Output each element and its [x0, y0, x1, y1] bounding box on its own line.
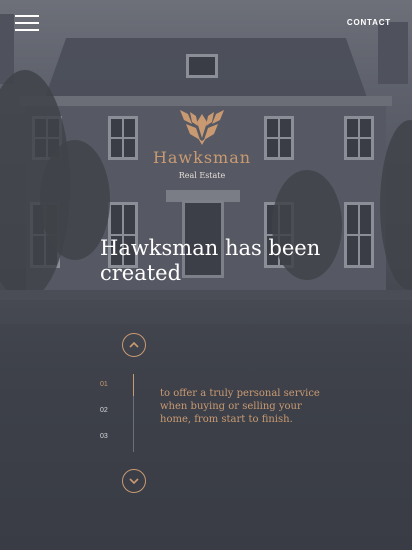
window [108, 116, 138, 160]
dormer-window [186, 54, 218, 78]
progress-indicator [133, 374, 134, 396]
slider-prev-button[interactable] [122, 333, 146, 357]
hamburger-icon[interactable] [15, 15, 39, 31]
brand-logo: Hawksman Real Estate [150, 108, 254, 180]
hero-headline: Hawksman has been created [100, 236, 321, 285]
step-item[interactable]: 03 [100, 433, 108, 459]
slide-description: to offer a truly personal service when b… [160, 388, 320, 425]
step-item[interactable]: 01 [100, 381, 108, 407]
brand-name: Hawksman [152, 148, 252, 167]
step-list: 01 02 03 [100, 381, 108, 459]
window [264, 116, 294, 160]
chimney-right [378, 22, 408, 84]
house-cornice [20, 96, 392, 106]
chevron-up-icon [129, 341, 139, 348]
step-item[interactable]: 02 [100, 407, 108, 433]
window [344, 202, 374, 268]
contact-link[interactable]: CONTACT [347, 18, 391, 27]
chevron-down-icon [129, 478, 139, 485]
slider-next-button[interactable] [122, 469, 146, 493]
brand-tagline: Real Estate [178, 171, 226, 180]
hawk-emblem-icon [180, 110, 224, 145]
window [344, 116, 374, 160]
